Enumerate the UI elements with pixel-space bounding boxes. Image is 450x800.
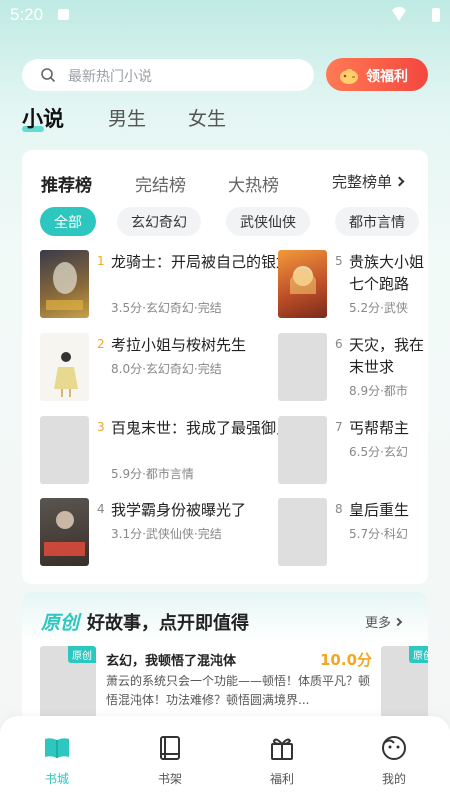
book-title: 丐帮帮主: [349, 419, 410, 437]
search-input[interactable]: 最新热门小说: [22, 59, 314, 91]
book-title: 天灾，我在末世求: [349, 336, 425, 376]
rank-number: 2: [97, 337, 105, 351]
open-book-icon: [45, 738, 69, 758]
tab-female[interactable]: 女生: [188, 104, 226, 131]
book-meta: 3.5分·玄幻奇幻·完结: [111, 301, 222, 315]
nav-welfare[interactable]: 福利: [252, 734, 312, 794]
book-meta: 5.9分·都市言情: [111, 467, 194, 481]
search-placeholder: 最新热门小说: [68, 69, 152, 85]
notification-icon: [58, 9, 69, 20]
rank-number: 6: [335, 337, 343, 351]
rank-number: 1: [97, 254, 105, 268]
book-item[interactable]: 1 龙骑士：开局被自己的银龙反骑 3.5分·玄幻奇幻·完结: [40, 250, 321, 320]
more-label: 更多: [365, 616, 392, 631]
book-item[interactable]: 6 天灾，我在末世求 8.9分·都市: [278, 333, 428, 403]
book-meta: 3.1分·武侠仙侠·完结: [111, 527, 222, 541]
book-meta: 6.5分·玄幻: [349, 445, 408, 459]
koala-cover-art: [54, 352, 78, 397]
original-book-cover[interactable]: 原创: [40, 646, 96, 726]
original-badge: 原创: [68, 646, 96, 663]
book-item[interactable]: 3 百鬼末世：我成了最强御鬼师 5.9分·都市言情: [40, 416, 306, 486]
book-title: 皇后重生: [349, 501, 410, 519]
original-book-cover[interactable]: 原创: [381, 646, 428, 726]
gift-icon: [271, 738, 293, 760]
scholar-cover-art: [44, 511, 85, 556]
nav-label: 我的: [381, 772, 406, 786]
book-meta: 8.0分·玄幻奇幻·完结: [111, 362, 222, 376]
rank-number: 8: [335, 502, 343, 516]
book-cover: [278, 333, 327, 401]
face-icon: [382, 736, 406, 760]
rank-tab-hot[interactable]: 大热榜: [228, 171, 279, 196]
full-ranking-link[interactable]: 完整榜单: [332, 171, 405, 192]
rank-number: 3: [97, 420, 105, 434]
book-cover: [278, 250, 327, 318]
status-bar: 5:20: [0, 0, 450, 32]
nav-label: 书架: [157, 772, 182, 786]
rank-tab-recommend[interactable]: 推荐榜: [41, 171, 92, 196]
noble-lady-cover-art: [290, 266, 316, 294]
original-brand: 原创: [41, 612, 80, 634]
ranking-card: 推荐榜 完结榜 大热榜 完整榜单 全部 玄幻奇幻 武侠仙侠 都市言情 1 龙骑士…: [22, 150, 428, 584]
status-icons: [390, 7, 440, 23]
book-meta: 5.2分·武侠: [349, 301, 408, 315]
battery-icon: [432, 8, 440, 22]
original-book-desc: 萧云的系统只会一个功能——顿悟！体质平凡？顿悟混沌体！功法难修？顿悟圆满境界..…: [106, 674, 371, 707]
status-time: 5:20: [10, 5, 44, 24]
pig-bank-icon: [340, 69, 358, 84]
rank-tab-completed[interactable]: 完结榜: [135, 171, 186, 196]
tab-male[interactable]: 男生: [108, 104, 146, 131]
category-chip-all[interactable]: 全部: [40, 207, 96, 236]
dragon-knight-cover-art: [46, 262, 83, 310]
rank-number: 5: [335, 254, 343, 268]
tab-novel[interactable]: 小说: [22, 103, 64, 133]
book-title: 贵族大小姐七个跑路: [349, 253, 425, 293]
full-ranking-label: 完整榜单: [332, 173, 393, 191]
rank-number: 7: [335, 420, 343, 434]
nav-bookshelf[interactable]: 书架: [140, 734, 200, 794]
book-meta: 5.7分·科幻: [349, 527, 408, 541]
nav-label: 书城: [44, 772, 69, 786]
chevron-right-icon: [393, 617, 403, 627]
original-book-score: 10.0分: [320, 651, 373, 669]
category-chip-urban[interactable]: 都市言情: [335, 207, 419, 236]
book-cover: [40, 333, 89, 401]
claim-welfare-button[interactable]: 领福利: [326, 58, 428, 91]
book-icon: [160, 736, 180, 760]
book-meta: 8.9分·都市: [349, 384, 408, 398]
nav-profile[interactable]: 我的: [364, 734, 424, 794]
original-more-link[interactable]: 更多: [365, 612, 403, 631]
book-cover: [40, 498, 89, 566]
original-slogan: 好故事，点开即值得: [87, 613, 249, 634]
rank-number: 4: [97, 502, 105, 516]
book-cover: [40, 416, 89, 484]
book-item[interactable]: 2 考拉小姐与桉树先生 8.0分·玄幻奇幻·完结: [40, 333, 246, 403]
search-icon: [41, 68, 55, 82]
original-badge: 原创: [409, 646, 428, 663]
bottom-nav: 书城 书架 福利 我的: [0, 716, 450, 800]
original-section: 原创 好故事，点开即值得 更多 原创 玄幻，我顿悟了混沌体 10.0分 萧云的系…: [22, 592, 428, 732]
book-item[interactable]: 5 贵族大小姐七个跑路 5.2分·武侠: [278, 250, 428, 320]
chevron-right-icon: [394, 176, 405, 187]
book-item[interactable]: 8 皇后重生 5.7分·科幻: [278, 498, 428, 568]
book-item[interactable]: 4 我学霸身份被曝光了 3.1分·武侠仙侠·完结: [40, 498, 246, 568]
welfare-label: 领福利: [366, 69, 408, 85]
nav-label: 福利: [269, 772, 294, 786]
category-chip-wuxia[interactable]: 武侠仙侠: [226, 207, 310, 236]
book-cover: [278, 416, 327, 484]
wifi-icon: [390, 7, 408, 21]
nav-bookstore[interactable]: 书城: [27, 734, 87, 794]
book-cover: [40, 250, 89, 318]
book-cover: [278, 498, 327, 566]
category-chip-fantasy[interactable]: 玄幻奇幻: [117, 207, 201, 236]
original-book-title[interactable]: 玄幻，我顿悟了混沌体: [106, 650, 236, 669]
book-item[interactable]: 7 丐帮帮主 6.5分·玄幻: [278, 416, 428, 486]
